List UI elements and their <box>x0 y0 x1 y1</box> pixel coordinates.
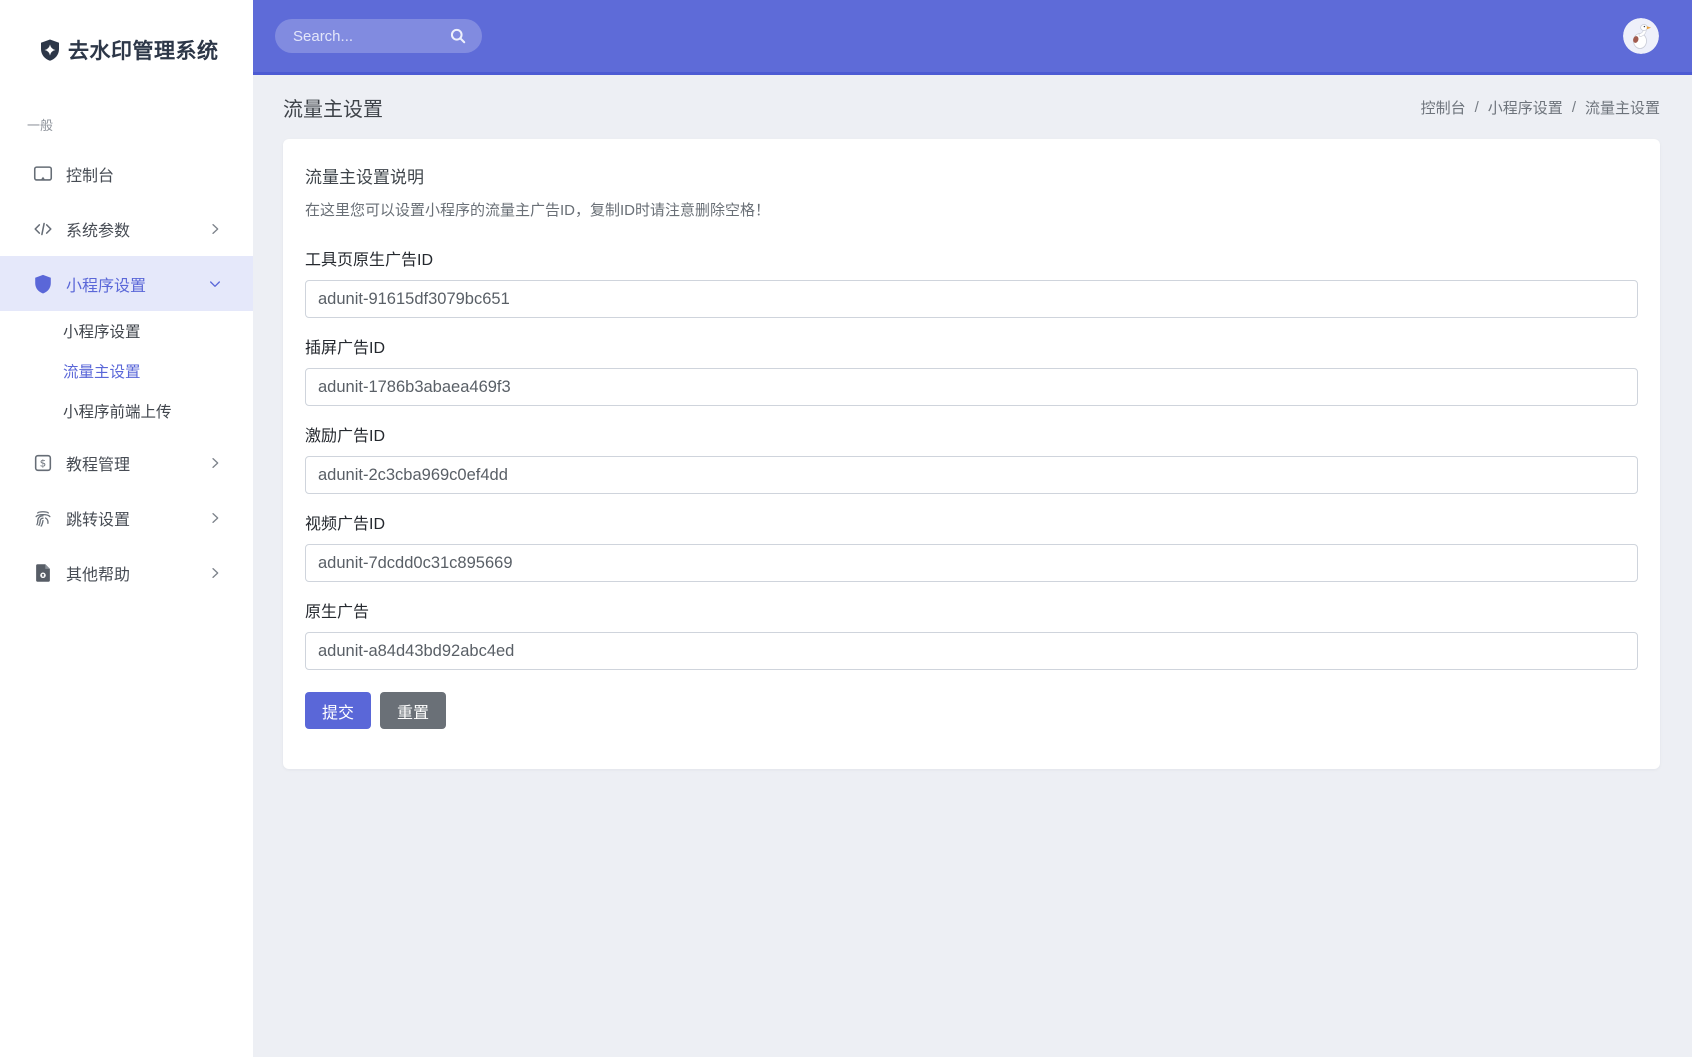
page-header: 流量主设置 控制台 / 小程序设置 / 流量主设置 <box>253 75 1692 139</box>
chevron-right-icon <box>207 455 223 471</box>
shield-icon <box>32 273 54 295</box>
sidebar-item-label: 跳转设置 <box>66 511 131 529</box>
sidebar-item-system-params[interactable]: 系统参数 <box>0 201 253 256</box>
card-heading: 流量主设置说明 <box>305 168 424 187</box>
chevron-right-icon <box>207 510 223 526</box>
fingerprint-icon <box>32 507 54 529</box>
reset-button[interactable]: 重置 <box>380 692 447 729</box>
sidebar-subitem-frontend-upload[interactable]: 小程序前端上传 <box>0 391 253 431</box>
breadcrumb-separator: / <box>1571 98 1576 116</box>
breadcrumb: 控制台 / 小程序设置 / 流量主设置 <box>1421 97 1660 118</box>
native-ad-id-input[interactable] <box>305 632 1638 670</box>
content: 流量主设置说明 在这里您可以设置小程序的流量主广告ID，复制ID时请注意删除空格… <box>253 139 1692 769</box>
chevron-right-icon <box>207 565 223 581</box>
sidebar-item-label: 小程序设置 <box>66 277 147 295</box>
breadcrumb-separator: / <box>1474 98 1479 116</box>
svg-text:$: $ <box>40 458 46 469</box>
button-row: 提交 重置 <box>305 692 1638 729</box>
chevron-right-icon <box>207 221 223 237</box>
sidebar-subitem-label: 小程序设置 <box>63 324 141 341</box>
page-title: 流量主设置 <box>283 98 383 121</box>
field-label: 激励广告ID <box>305 428 386 445</box>
app-root: 去水印管理系统 一般 控制台 系统参数 小程序设置 小程序设置 流量主设置 小程… <box>0 0 1692 1057</box>
sidebar-item-miniprogram-settings[interactable]: 小程序设置 <box>0 256 253 311</box>
field-interstitial-ad: 插屏广告ID <box>305 339 1638 406</box>
field-label: 工具页原生广告ID <box>305 252 434 269</box>
sidebar-subitem-traffic-settings[interactable]: 流量主设置 <box>0 351 253 391</box>
search-input[interactable] <box>293 27 448 45</box>
interstitial-ad-id-input[interactable] <box>305 368 1638 406</box>
app-title: 去水印管理系统 <box>68 40 219 63</box>
sidebar-item-label: 控制台 <box>66 167 115 185</box>
submit-button[interactable]: 提交 <box>305 692 372 729</box>
sidebar-item-console[interactable]: 控制台 <box>0 146 253 201</box>
sidebar-item-other-help[interactable]: 其他帮助 <box>0 545 253 600</box>
tool-native-ad-id-input[interactable] <box>305 280 1638 318</box>
sidebar-subitem-miniprogram-settings[interactable]: 小程序设置 <box>0 311 253 351</box>
field-rewarded-ad: 激励广告ID <box>305 427 1638 494</box>
field-label: 插屏广告ID <box>305 340 386 357</box>
sidebar-item-label: 教程管理 <box>66 456 131 474</box>
sidebar-item-label: 系统参数 <box>66 222 131 240</box>
sidebar-item-tutorial-management[interactable]: $ 教程管理 <box>0 435 253 490</box>
video-ad-id-input[interactable] <box>305 544 1638 582</box>
main-area: 流量主设置 控制台 / 小程序设置 / 流量主设置 流量主设置说明 在这里您可以… <box>253 0 1692 1057</box>
sidebar-section-label: 一般 <box>27 118 54 133</box>
rewarded-ad-id-input[interactable] <box>305 456 1638 494</box>
field-video-ad: 视频广告ID <box>305 515 1638 582</box>
field-tool-native-ad: 工具页原生广告ID <box>305 251 1638 318</box>
breadcrumb-item-current: 流量主设置 <box>1584 99 1660 117</box>
sidebar-item-redirect-settings[interactable]: 跳转设置 <box>0 490 253 545</box>
dollar-square-icon: $ <box>32 452 54 474</box>
shield-star-logo-icon <box>38 38 62 62</box>
console-icon <box>32 163 54 185</box>
file-code-icon <box>32 562 54 584</box>
field-label: 视频广告ID <box>305 516 386 533</box>
field-native-ad: 原生广告 <box>305 603 1638 670</box>
chevron-down-icon <box>207 276 223 292</box>
user-avatar[interactable] <box>1623 18 1659 54</box>
sidebar-menu: 控制台 系统参数 小程序设置 小程序设置 流量主设置 小程序前端上传 $ 教程管… <box>0 146 253 600</box>
breadcrumb-item-miniprogram-settings[interactable]: 小程序设置 <box>1488 97 1563 118</box>
breadcrumb-item-console[interactable]: 控制台 <box>1421 97 1466 118</box>
code-icon <box>32 218 54 240</box>
traffic-settings-card: 流量主设置说明 在这里您可以设置小程序的流量主广告ID，复制ID时请注意删除空格… <box>283 139 1660 769</box>
sidebar: 去水印管理系统 一般 控制台 系统参数 小程序设置 小程序设置 流量主设置 小程… <box>0 0 253 1057</box>
sidebar-subitem-label: 流量主设置 <box>63 364 141 381</box>
card-description: 在这里您可以设置小程序的流量主广告ID，复制ID时请注意删除空格！ <box>305 202 771 219</box>
field-label: 原生广告 <box>305 604 370 621</box>
topbar <box>253 0 1692 75</box>
search-icon[interactable] <box>448 26 468 46</box>
search-bar <box>275 19 482 53</box>
sidebar-submenu: 小程序设置 流量主设置 小程序前端上传 <box>0 311 253 435</box>
sidebar-subitem-label: 小程序前端上传 <box>63 404 172 421</box>
sidebar-item-label: 其他帮助 <box>66 566 131 584</box>
app-logo: 去水印管理系统 <box>0 0 253 64</box>
